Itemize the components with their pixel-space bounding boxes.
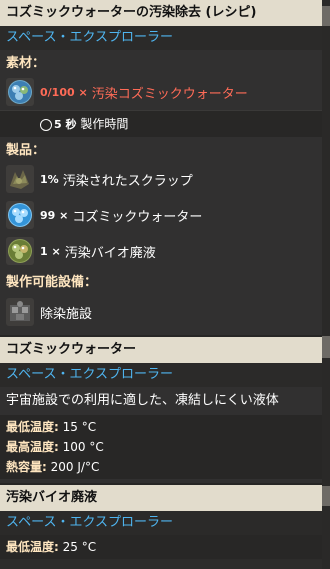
crafting-time: 5 秒 製作時間 [0, 110, 322, 137]
scrollbar-thumb[interactable] [322, 6, 330, 26]
cosmic-water-contaminated-icon [6, 78, 34, 106]
bio-sludge-mod-name: スペース・エクスプローラー [0, 511, 322, 535]
recipe-mod-name: スペース・エクスプローラー [0, 26, 322, 50]
contaminated-scrap-icon [6, 165, 34, 193]
crafting-time-value: 5 秒 [54, 118, 77, 131]
made-in-name: 除染施設 [40, 306, 93, 322]
cosmic-water-description: 宇宙施設での利用に適した、凍結しにくい液体 [6, 393, 279, 408]
product-row[interactable]: 1% 汚染されたスクラップ [0, 161, 322, 197]
bio-sludge-stats: 最低温度: 25 °C [0, 535, 322, 559]
bio-sludge-title: 汚染バイオ廃液 [0, 485, 322, 511]
stat-value: 15 °C [62, 420, 97, 434]
stat-key: 最高温度: [6, 440, 59, 454]
stat-key: 熱容量: [6, 460, 47, 474]
clock-icon [40, 118, 52, 131]
ingredient-row[interactable]: 0/100 × 汚染コズミックウォーター [0, 74, 322, 110]
contaminated-bio-sludge-icon [6, 237, 34, 265]
ingredient-name: 汚染コズミックウォーター [91, 86, 248, 102]
crafting-time-label: 製作時間 [80, 117, 129, 131]
stat-key: 最低温度: [6, 420, 59, 434]
stat-value: 100 °C [62, 440, 104, 454]
recipe-tooltip: コズミックウォーターの汚染除去 (レシピ) スペース・エクスプローラー 素材： … [0, 0, 322, 559]
decontamination-facility-icon [6, 298, 34, 326]
product-amount: 99 × [40, 208, 69, 222]
product-row[interactable]: 99 × コズミックウォーター [0, 197, 322, 233]
product-name: 汚染バイオ廃液 [64, 245, 156, 261]
cosmic-water-stats: 最低温度: 15 °C 最高温度: 100 °C 熱容量: 200 J/°C [0, 415, 322, 479]
product-name: コズミックウォーター [72, 209, 203, 225]
product-name: 汚染されたスクラップ [62, 173, 193, 189]
stat-key: 最低温度: [6, 540, 59, 554]
stat-row: 最高温度: 100 °C [0, 437, 322, 457]
cosmic-water-icon [6, 201, 34, 229]
stat-value: 200 J/°C [50, 460, 100, 474]
scrollbar-thumb[interactable] [322, 336, 330, 358]
product-amount: 1% [40, 172, 59, 186]
ingredient-amount: 0/100 × [40, 85, 88, 99]
scrollbar-thumb[interactable] [322, 486, 330, 506]
product-amount: 1 × [40, 244, 61, 258]
scrollbar-track[interactable] [322, 0, 330, 569]
recipe-title: コズミックウォーターの汚染除去 (レシピ) [0, 0, 322, 26]
stat-value: 25 °C [62, 540, 97, 554]
cosmic-water-mod-name: スペース・エクスプローラー [0, 363, 322, 387]
stat-row: 最低温度: 25 °C [0, 537, 322, 557]
ingredients-heading: 素材： [6, 56, 46, 71]
made-in-row[interactable]: 除染施設 [0, 293, 322, 331]
stat-row: 最低温度: 15 °C [0, 417, 322, 437]
made-in-heading: 製作可能設備： [6, 275, 98, 290]
product-row[interactable]: 1 × 汚染バイオ廃液 [0, 233, 322, 269]
cosmic-water-title: コズミックウォーター [0, 337, 322, 363]
stat-row: 熱容量: 200 J/°C [0, 457, 322, 477]
products-heading: 製品： [6, 143, 46, 158]
